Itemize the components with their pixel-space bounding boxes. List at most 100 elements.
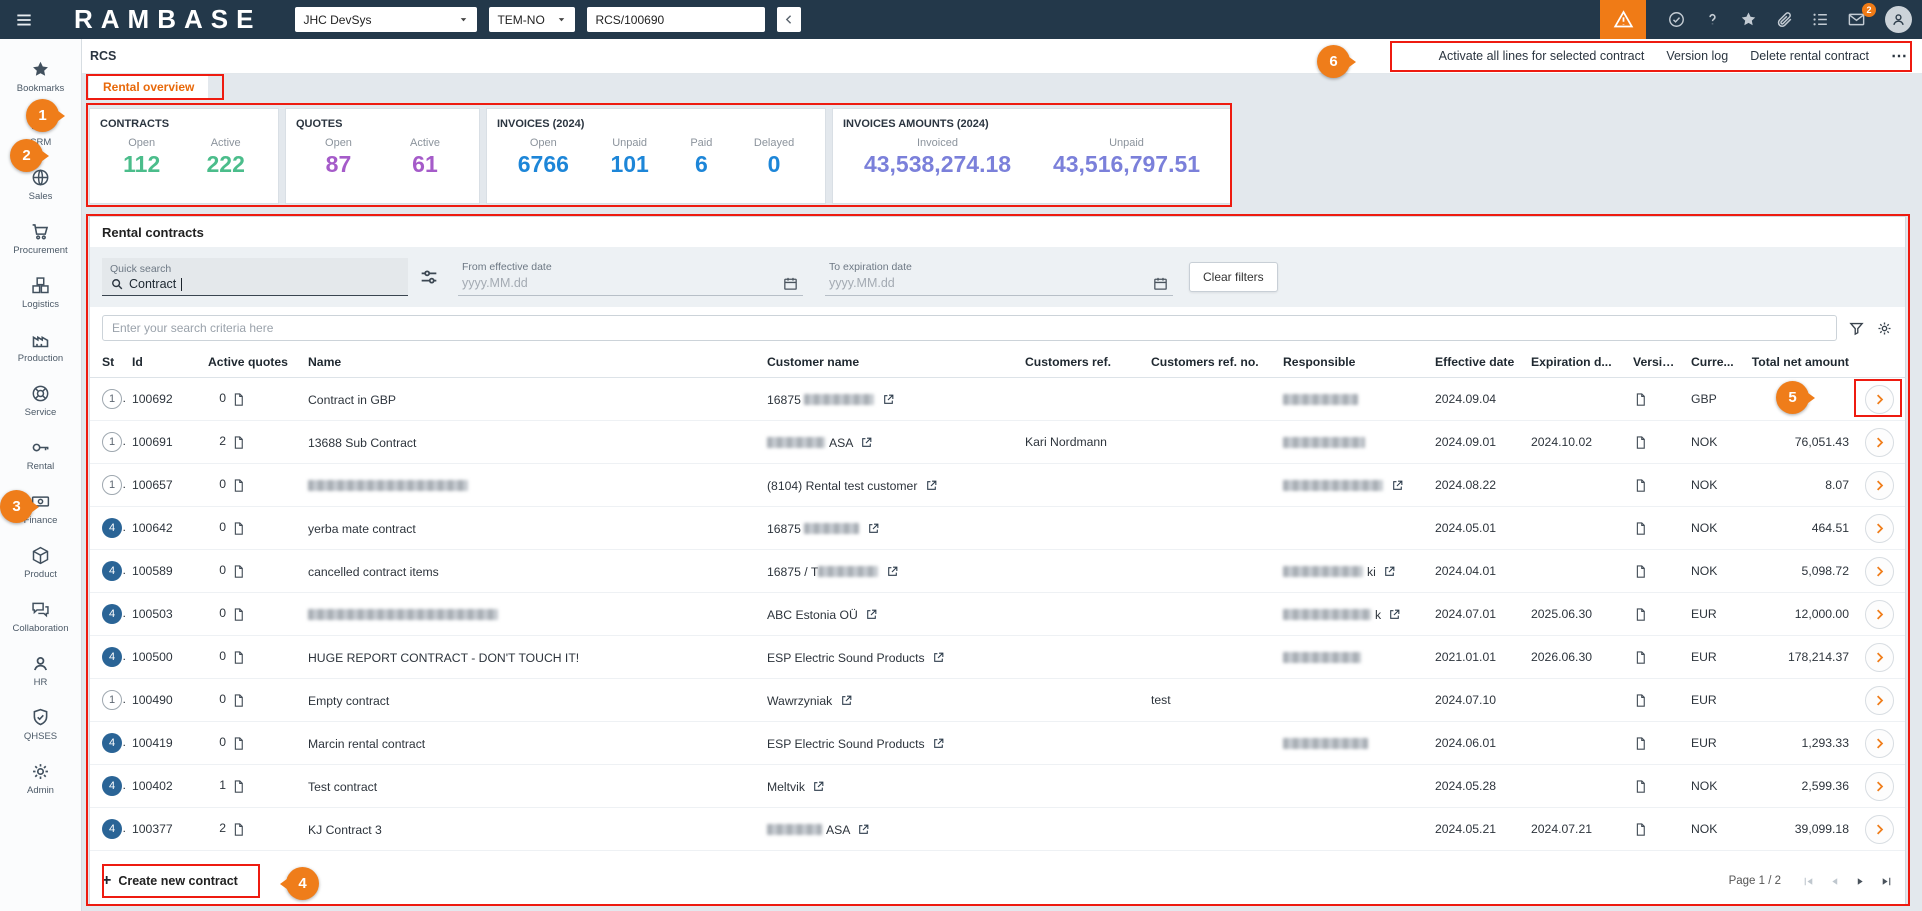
column-header-4[interactable]: Name [302,347,761,378]
quotes-doc-icon[interactable] [231,435,246,450]
quotes-doc-icon[interactable] [231,392,246,407]
column-header-13[interactable]: Total net amount [1743,347,1859,378]
external-link-icon[interactable] [812,780,825,793]
column-header-2[interactable]: Id [126,347,202,378]
open-contract-button[interactable] [1865,643,1894,672]
open-contract-button[interactable] [1865,471,1894,500]
filter-options-icon[interactable] [418,266,440,288]
external-link-icon[interactable] [865,608,878,621]
sidebar-item-service[interactable]: Service [0,373,81,427]
quotes-doc-icon[interactable] [231,736,246,751]
filter-icon[interactable] [1848,320,1865,337]
sidebar-item-qhses[interactable]: QHSES [0,697,81,751]
sidebar-item-rental[interactable]: Rental [0,427,81,481]
quotes-doc-icon[interactable] [231,779,246,794]
external-link-icon[interactable] [860,436,873,449]
system-select[interactable]: JHC DevSys [295,7,477,32]
table-row[interactable]: 41005000HUGE REPORT CONTRACT - DON'T TOU… [90,636,1905,679]
external-link-icon[interactable] [867,522,880,535]
quotes-doc-icon[interactable] [231,521,246,536]
create-new-contract-button[interactable]: + Create new contract [102,872,238,890]
table-row[interactable]: 11004900Empty contractWawrzyniak test202… [90,679,1905,722]
table-row[interactable]: 41003772KJ Contract 3ASA 2024.05.212024.… [90,808,1905,851]
versions-icon[interactable] [1633,392,1648,407]
external-link-icon[interactable] [932,651,945,664]
column-header-12[interactable]: Curre... [1685,347,1743,378]
quotes-doc-icon[interactable] [231,607,246,622]
sidebar-item-crm[interactable]: CRM [0,103,81,157]
table-row[interactable]: 11006920Contract in GBP16875 2024.09.04G… [90,378,1905,421]
column-header-3[interactable]: Active quotes [202,347,302,378]
external-link-icon[interactable] [932,737,945,750]
collapse-button[interactable] [777,7,801,32]
sidebar-item-hr[interactable]: HR [0,643,81,697]
search-criteria-input[interactable] [102,315,1837,341]
pg-next-button[interactable] [1854,875,1867,888]
sidebar-item-admin[interactable]: Admin [0,751,81,805]
external-link-icon[interactable] [1383,565,1396,578]
calendar-icon[interactable] [782,275,799,292]
attachments-icon[interactable] [1775,10,1794,29]
document-id-input[interactable]: RCS/100690 [587,7,765,32]
from-date-input[interactable] [462,276,782,290]
external-link-icon[interactable] [1391,479,1404,492]
sidebar-item-procurement[interactable]: Procurement [0,211,81,265]
open-contract-button[interactable] [1865,428,1894,457]
quotes-doc-icon[interactable] [231,478,246,493]
open-contract-button[interactable] [1865,600,1894,629]
versions-icon[interactable] [1633,607,1648,622]
open-contract-button[interactable] [1865,686,1894,715]
external-link-icon[interactable] [925,479,938,492]
column-header-8[interactable]: Responsible [1277,347,1429,378]
open-contract-button[interactable] [1865,385,1894,414]
open-contract-button[interactable] [1865,557,1894,586]
sidebar-item-bookmarks[interactable]: Bookmarks [0,49,81,103]
open-contract-button[interactable] [1865,514,1894,543]
column-header-5[interactable]: Customer name [761,347,1019,378]
versions-icon[interactable] [1633,478,1648,493]
external-link-icon[interactable] [882,393,895,406]
versions-icon[interactable] [1633,650,1648,665]
more-actions-button[interactable]: ⋯ [1891,46,1908,66]
external-link-icon[interactable] [840,694,853,707]
versions-icon[interactable] [1633,736,1648,751]
sidebar-item-collaboration[interactable]: Collaboration [0,589,81,643]
open-contract-button[interactable] [1865,815,1894,844]
column-header-6[interactable]: Customers ref. [1019,347,1145,378]
external-link-icon[interactable] [857,823,870,836]
quick-search-field[interactable]: Quick search Contract [102,258,408,296]
alerts-button[interactable] [1600,0,1646,39]
action-activate-all-lines-for-selected-contract[interactable]: Activate all lines for selected contract [1439,49,1645,63]
open-contract-button[interactable] [1865,729,1894,758]
table-row[interactable]: 41004190Marcin rental contractESP Electr… [90,722,1905,765]
menu-icon[interactable] [14,10,34,30]
from-effective-date-field[interactable]: From effective date [458,259,803,296]
table-row[interactable]: 41004021Test contractMeltvik 2024.05.28N… [90,765,1905,808]
sidebar-item-sales[interactable]: Sales [0,157,81,211]
approvals-icon[interactable] [1667,10,1686,29]
quotes-doc-icon[interactable] [231,650,246,665]
sidebar-item-finance[interactable]: Finance [0,481,81,535]
versions-icon[interactable] [1633,693,1648,708]
favorites-icon[interactable] [1739,10,1758,29]
versions-icon[interactable] [1633,521,1648,536]
open-contract-button[interactable] [1865,772,1894,801]
column-header-10[interactable]: Expiration d... [1525,347,1627,378]
quotes-doc-icon[interactable] [231,822,246,837]
pg-first-button[interactable] [1802,875,1815,888]
action-version-log[interactable]: Version log [1666,49,1728,63]
to-expiration-date-field[interactable]: To expiration date [825,259,1173,296]
avatar[interactable] [1885,6,1912,33]
pg-last-button[interactable] [1880,875,1893,888]
settings-gear-icon[interactable] [1876,320,1893,337]
column-header-7[interactable]: Customers ref. no. [1145,347,1277,378]
clear-filters-button[interactable]: Clear filters [1189,262,1278,292]
table-row[interactable]: 41005030ABC Estonia OÜ k 2024.07.012025.… [90,593,1905,636]
table-row[interactable]: 41005890cancelled contract items16875 / … [90,550,1905,593]
external-link-icon[interactable] [886,565,899,578]
to-date-input[interactable] [829,276,1152,290]
sidebar-item-logistics[interactable]: Logistics [0,265,81,319]
table-row[interactable]: 1100691213688 Sub ContractASA Kari Nordm… [90,421,1905,464]
pg-prev-button[interactable] [1828,875,1841,888]
task-list-icon[interactable] [1811,10,1830,29]
